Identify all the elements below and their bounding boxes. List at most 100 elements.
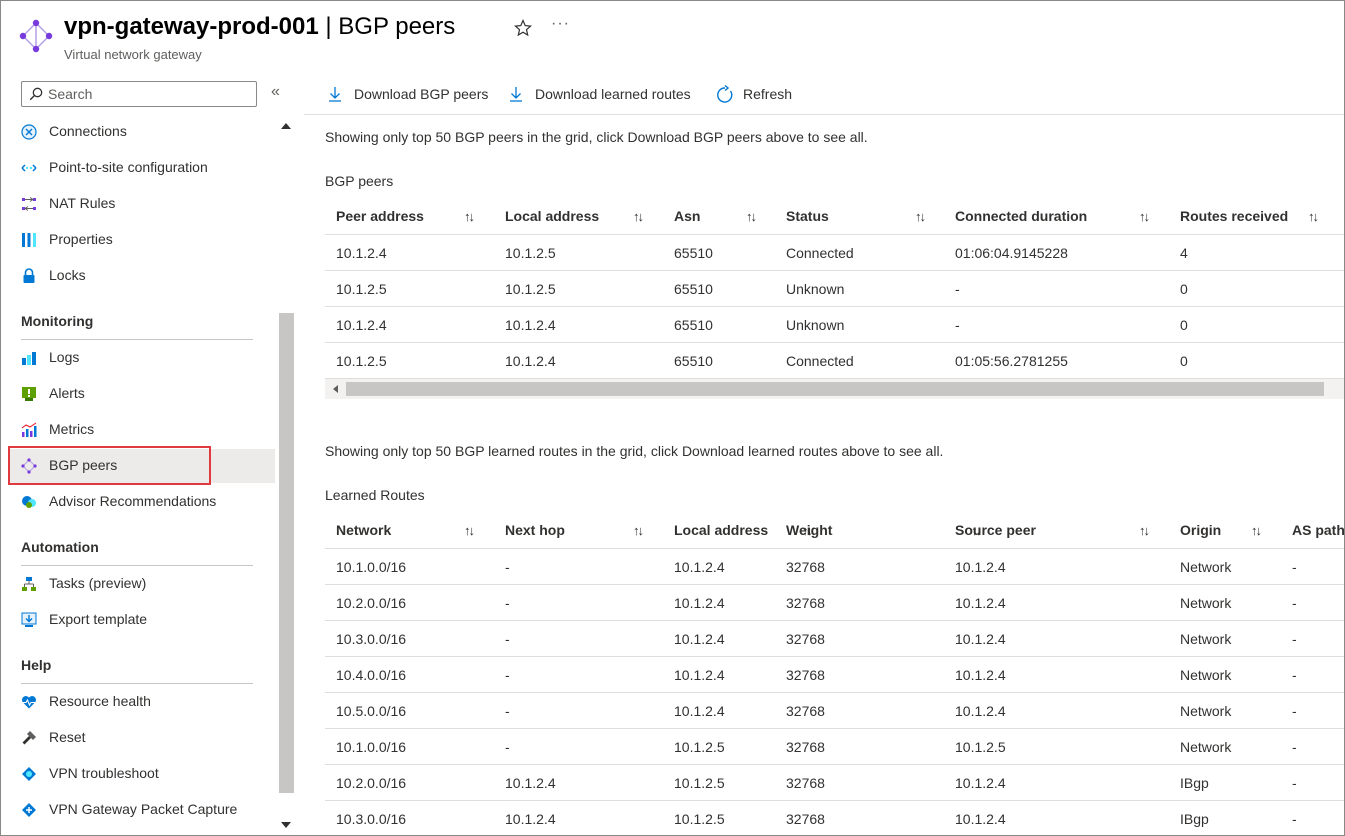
table-cell: - <box>505 631 510 647</box>
table-row[interactable]: 10.1.2.5 10.1.2.5 65510 Unknown - 0 <box>325 271 1344 307</box>
sidebar-item-tasks[interactable]: Tasks (preview) <box>9 567 275 601</box>
bgp-peers-horizontal-scrollbar[interactable] <box>325 379 1344 399</box>
table-cell: 10.5.0.0/16 <box>336 703 407 719</box>
sort-icon[interactable]: ↑↓ <box>746 209 757 224</box>
app-window: vpn-gateway-prod-001 | BGP peers Virtual… <box>0 0 1345 836</box>
table-cell: Network <box>1180 631 1232 647</box>
column-header[interactable]: Peer address <box>336 208 424 224</box>
table-row[interactable]: 10.5.0.0/16 - 10.1.2.4 32768 10.1.2.4 Network… <box>325 693 1344 729</box>
table-cell: 65510 <box>674 317 713 333</box>
table-cell: 10.1.2.5 <box>674 811 725 827</box>
table-cell: - <box>505 739 510 755</box>
table-cell: 32768 <box>786 559 825 575</box>
table-row[interactable]: 10.1.2.4 10.1.2.4 65510 Unknown - 0 <box>325 307 1344 343</box>
table-cell: 10.3.0.0/16 <box>336 631 407 647</box>
sidebar-item-alerts[interactable]: Alerts <box>9 377 275 411</box>
table-cell: 10.2.0.0/16 <box>336 595 407 611</box>
menu-scrollbar[interactable] <box>278 117 295 835</box>
table-cell: 65510 <box>674 353 713 369</box>
table-row[interactable]: 10.3.0.0/16 10.1.2.4 10.1.2.5 32768 10.1.2.4… <box>325 801 1344 835</box>
export-template-icon <box>21 612 37 627</box>
column-header[interactable]: Status <box>786 208 829 224</box>
more-options-icon[interactable]: ··· <box>551 15 570 33</box>
main-content: Download BGP peers Download learned rout… <box>304 73 1344 835</box>
table-row[interactable]: 10.1.2.4 10.1.2.5 65510 Connected 01:06:04.9… <box>325 235 1344 271</box>
scroll-up-icon[interactable] <box>281 123 291 129</box>
sidebar-item-label: VPN Gateway Packet Capture <box>49 801 238 817</box>
sidebar-item-properties[interactable]: Properties <box>9 223 275 257</box>
table-row[interactable]: 10.4.0.0/16 - 10.1.2.4 32768 10.1.2.4 Network… <box>325 657 1344 693</box>
table-cell: 10.4.0.0/16 <box>336 667 407 683</box>
sort-icon[interactable]: ↑↓ <box>464 523 475 538</box>
table-cell: - <box>1292 703 1297 719</box>
table-cell: - <box>505 703 510 719</box>
sort-icon[interactable]: ↑↓ <box>633 523 644 538</box>
column-header[interactable]: AS path <box>1292 522 1344 538</box>
table-cell: 32768 <box>786 631 825 647</box>
sidebar-item-metrics[interactable]: Metrics <box>9 413 275 447</box>
command-bar: Download BGP peers Download learned rout… <box>304 73 1344 115</box>
sidebar-item-nat-rules[interactable]: NAT Rules <box>9 187 275 221</box>
column-header[interactable]: Weight <box>786 522 832 538</box>
sidebar-item-advisor-recommendations[interactable]: Advisor Recommendations <box>9 485 275 519</box>
sidebar-item-export-template[interactable]: Export template <box>9 603 275 637</box>
scrollbar-thumb[interactable] <box>279 313 294 793</box>
column-header[interactable]: Source peer <box>955 522 1036 538</box>
table-cell: 10.1.2.5 <box>674 739 725 755</box>
page-title: vpn-gateway-prod-001 | BGP peers <box>64 13 455 41</box>
table-cell: 10.1.2.5 <box>505 245 556 261</box>
collapse-menu-icon[interactable]: « <box>271 83 280 101</box>
learned-routes-grid: Network ↑↓ Next hop ↑↓ Local address ↑↓ Weight… <box>325 513 1344 835</box>
alerts-icon <box>22 387 36 401</box>
column-header[interactable]: Routes received <box>1180 208 1288 224</box>
sidebar-item-logs[interactable]: Logs <box>9 341 275 375</box>
sort-icon[interactable]: ↑↓ <box>633 209 644 224</box>
sidebar-item-label: Properties <box>49 231 113 247</box>
table-cell: 4 <box>1180 245 1188 261</box>
sidebar-item-label: Export template <box>49 611 148 627</box>
table-cell: 10.1.2.5 <box>674 775 725 791</box>
sort-icon[interactable]: ↑↓ <box>1139 523 1150 538</box>
scroll-left-icon[interactable] <box>333 385 338 393</box>
sort-icon[interactable]: ↑↓ <box>1251 523 1262 538</box>
sidebar-item-packet-capture[interactable]: VPN Gateway Packet Capture <box>9 793 275 827</box>
sort-icon[interactable]: ↑↓ <box>915 209 926 224</box>
column-header[interactable]: Connected duration <box>955 208 1087 224</box>
sidebar-item-locks[interactable]: Locks <box>9 259 275 293</box>
sidebar-item-point-to-site[interactable]: Point-to-site configuration <box>9 151 275 185</box>
sidebar-item-resource-health[interactable]: Resource health <box>9 685 275 719</box>
scroll-down-icon[interactable] <box>281 822 291 828</box>
table-row[interactable]: 10.2.0.0/16 10.1.2.4 10.1.2.5 32768 10.1.2.4… <box>325 765 1344 801</box>
packet-capture-icon <box>22 803 36 817</box>
table-row[interactable]: 10.1.2.5 10.1.2.4 65510 Connected 01:05:56.2… <box>325 343 1344 379</box>
favorite-star-icon[interactable] <box>514 19 532 37</box>
column-header[interactable]: Local address <box>674 522 768 538</box>
sidebar-item-connections[interactable]: Connections <box>9 115 275 149</box>
table-cell: - <box>955 317 960 333</box>
menu-search-box[interactable] <box>21 81 257 107</box>
column-header[interactable]: Network <box>336 522 391 538</box>
sidebar-item-label: VPN troubleshoot <box>49 765 159 781</box>
sidebar-item-label: Point-to-site configuration <box>49 159 208 175</box>
button-label: Download learned routes <box>535 86 691 102</box>
scrollbar-thumb[interactable] <box>346 382 1324 396</box>
sidebar-item-vpn-troubleshoot[interactable]: VPN troubleshoot <box>9 757 275 791</box>
column-header[interactable]: Origin <box>1180 522 1221 538</box>
sort-icon[interactable]: ↑↓ <box>1308 209 1319 224</box>
table-cell: 10.1.2.4 <box>674 559 725 575</box>
table-cell: 10.1.2.4 <box>955 595 1006 611</box>
column-header[interactable]: Local address <box>505 208 599 224</box>
column-header[interactable]: Next hop <box>505 522 565 538</box>
column-header[interactable]: Asn <box>674 208 700 224</box>
peers-header-row: Peer address ↑↓ Local address ↑↓ Asn ↑↓ Status… <box>325 199 1344 235</box>
table-row[interactable]: 10.3.0.0/16 - 10.1.2.4 32768 10.1.2.4 Network… <box>325 621 1344 657</box>
table-cell: 65510 <box>674 245 713 261</box>
table-row[interactable]: 10.1.0.0/16 - 10.1.2.5 32768 10.1.2.5 Network… <box>325 729 1344 765</box>
sort-icon[interactable]: ↑↓ <box>1139 209 1150 224</box>
table-row[interactable]: 10.1.0.0/16 - 10.1.2.4 32768 10.1.2.4 Network… <box>325 549 1344 585</box>
table-cell: 01:05:56.2781255 <box>955 353 1068 369</box>
table-row[interactable]: 10.2.0.0/16 - 10.1.2.4 32768 10.1.2.4 Network… <box>325 585 1344 621</box>
sort-icon[interactable]: ↑↓ <box>464 209 475 224</box>
sidebar-item-reset[interactable]: Reset <box>9 721 275 755</box>
search-input[interactable] <box>48 84 248 104</box>
